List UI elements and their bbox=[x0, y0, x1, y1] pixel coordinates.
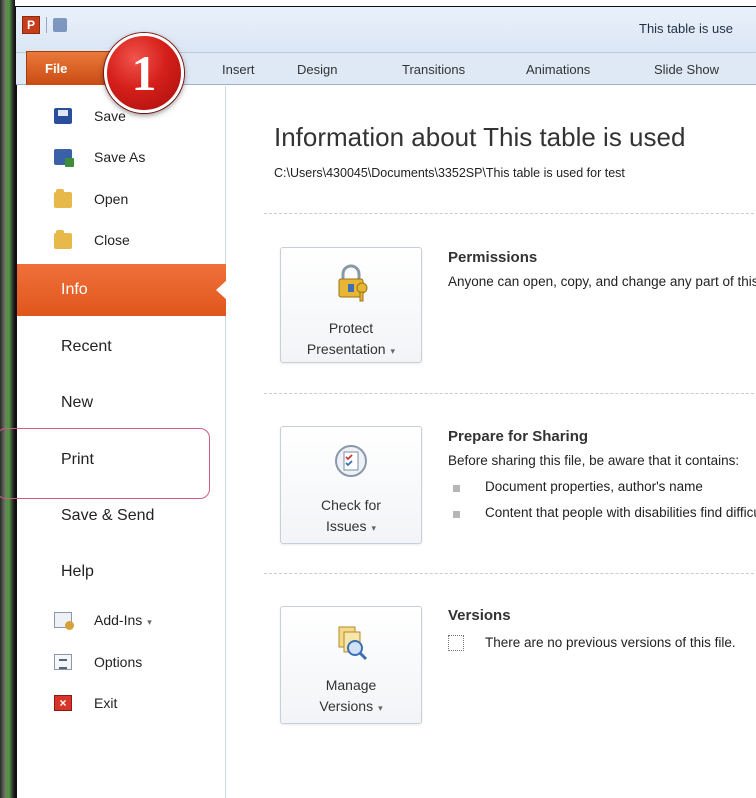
section-divider bbox=[264, 393, 756, 394]
menu-item-recent[interactable]: Recent bbox=[17, 327, 226, 367]
versions-magnifier-icon bbox=[338, 626, 368, 661]
button-label-line1: Protect bbox=[328, 320, 374, 336]
options-icon bbox=[54, 654, 72, 670]
menu-item-label: Save bbox=[94, 108, 126, 124]
page-title: Information about This table is used bbox=[274, 122, 686, 152]
protect-presentation-button[interactable]: Protect Presentation ▾ bbox=[280, 247, 422, 363]
menu-item-info[interactable]: Info bbox=[17, 264, 227, 316]
button-label-line2: Versions ▾ bbox=[319, 698, 383, 714]
save-as-icon bbox=[54, 149, 74, 167]
tab-animations[interactable]: Animations bbox=[526, 62, 590, 77]
menu-item-label: Close bbox=[94, 232, 130, 248]
file-path: C:\Users\430045\Documents\3352SP\This ta… bbox=[274, 166, 625, 180]
tab-insert[interactable]: Insert bbox=[222, 62, 255, 77]
menu-item-new[interactable]: New bbox=[17, 383, 226, 423]
toolbar-separator bbox=[46, 17, 47, 33]
section-divider bbox=[264, 213, 756, 214]
add-ins-icon bbox=[54, 612, 74, 630]
step-callout-badge: 1 bbox=[104, 33, 184, 113]
window-title: This table is use bbox=[639, 21, 733, 36]
chevron-down-icon: ▾ bbox=[378, 703, 383, 713]
menu-item-add-ins[interactable]: Add-Ins ▾ bbox=[17, 605, 226, 635]
versions-heading: Versions bbox=[448, 607, 511, 624]
permissions-text: Anyone can open, copy, and change any pa… bbox=[448, 274, 756, 289]
print-highlight-outline bbox=[0, 428, 210, 499]
versions-text: There are no previous versions of this f… bbox=[485, 635, 736, 650]
menu-item-open[interactable]: Open bbox=[17, 184, 226, 214]
bullet-marker bbox=[453, 485, 460, 492]
button-label-line2: Presentation ▾ bbox=[306, 341, 396, 357]
button-label-line1: Manage bbox=[325, 677, 377, 693]
chevron-down-icon: ▾ bbox=[390, 346, 396, 356]
quick-save-icon[interactable] bbox=[53, 18, 67, 32]
info-panel: Information about This table is used C:\… bbox=[227, 86, 756, 798]
menu-item-save-as[interactable]: Save As bbox=[17, 142, 226, 172]
menu-item-label: Exit bbox=[94, 695, 118, 711]
sharing-text: Before sharing this file, be aware that … bbox=[448, 453, 740, 468]
document-versions-icon bbox=[448, 635, 464, 651]
chevron-down-icon: ▾ bbox=[371, 523, 376, 533]
menu-item-exit[interactable]: × Exit bbox=[17, 688, 226, 718]
permissions-heading: Permissions bbox=[448, 249, 538, 266]
powerpoint-app-icon[interactable]: P bbox=[22, 16, 40, 34]
menu-item-help[interactable]: Help bbox=[17, 552, 226, 592]
menu-item-save-send[interactable]: Save & Send bbox=[17, 496, 226, 536]
menu-item-options[interactable]: Options bbox=[17, 647, 226, 677]
folder-close-icon bbox=[54, 230, 72, 249]
menu-item-label: Options bbox=[94, 654, 143, 670]
sharing-bullet-item: Document properties, author's name bbox=[485, 479, 703, 494]
manage-versions-button[interactable]: Manage Versions ▾ bbox=[280, 606, 422, 724]
check-for-issues-button[interactable]: Check for Issues ▾ bbox=[280, 426, 422, 544]
tab-transitions[interactable]: Transitions bbox=[402, 62, 465, 77]
folder-open-icon bbox=[54, 189, 72, 208]
sharing-heading: Prepare for Sharing bbox=[448, 428, 589, 445]
save-icon bbox=[54, 108, 72, 124]
lock-key-icon bbox=[338, 264, 368, 302]
button-label-line2: Issues ▾ bbox=[326, 518, 376, 534]
tab-design[interactable]: Design bbox=[297, 62, 337, 77]
menu-item-label: Save As bbox=[94, 149, 146, 165]
sharing-bullet-item: Content that people with disabilities fi… bbox=[485, 505, 756, 520]
bullet-marker bbox=[453, 511, 460, 518]
button-label-line1: Check for bbox=[321, 497, 381, 513]
tab-slide-show[interactable]: Slide Show bbox=[654, 62, 719, 77]
menu-item-label: Add-Ins ▾ bbox=[94, 612, 152, 628]
desktop-edge bbox=[0, 0, 15, 798]
quick-access-toolbar: P bbox=[22, 14, 67, 36]
menu-item-label: Open bbox=[94, 191, 129, 207]
checklist-icon bbox=[335, 445, 367, 477]
exit-icon: × bbox=[54, 695, 72, 711]
section-divider bbox=[264, 573, 756, 574]
menu-item-close[interactable]: Close bbox=[17, 225, 226, 255]
chevron-down-icon: ▾ bbox=[147, 617, 152, 627]
